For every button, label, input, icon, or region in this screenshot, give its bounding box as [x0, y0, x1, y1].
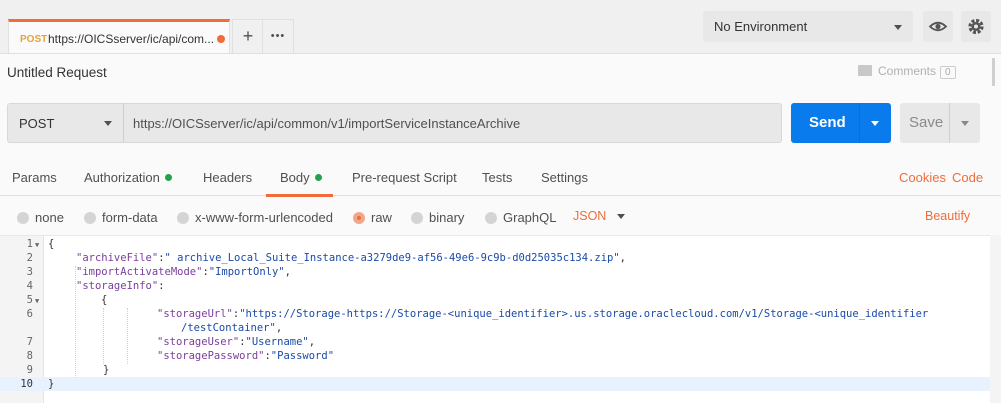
tab-settings[interactable]: Settings: [541, 170, 588, 185]
radio-icon: [411, 212, 423, 224]
line-number: 3: [26, 266, 33, 278]
code-line: "importActivateMode":"ImportOnly",: [76, 266, 291, 278]
line-number: 10: [20, 378, 33, 390]
body-mode-label: GraphQL: [503, 210, 557, 225]
environment-quick-look-button[interactable]: [923, 11, 953, 42]
code-line: {: [101, 294, 108, 306]
line-number: 6: [26, 308, 33, 320]
tab-authorization[interactable]: Authorization: [84, 170, 172, 185]
tab-bar: POST https://OICSserver/ic/api/com... + …: [0, 0, 1001, 54]
line-number: 8: [26, 350, 33, 362]
tab-url: https://OICSserver/ic/api/com...: [48, 32, 215, 46]
format-label: JSON: [573, 209, 607, 223]
chevron-down-icon: [617, 214, 625, 219]
gear-icon: [968, 18, 984, 35]
chevron-down-icon[interactable]: [961, 121, 969, 126]
code-line: }: [48, 378, 55, 390]
format-select[interactable]: JSON: [573, 209, 625, 223]
tab-authorization-label: Authorization: [84, 170, 160, 185]
radio-icon: [177, 212, 189, 224]
radio-icon: [485, 212, 497, 224]
environment-select[interactable]: No Environment: [703, 11, 913, 42]
code-line: }: [103, 364, 110, 376]
active-line-highlight: [0, 377, 990, 391]
unsaved-dot-icon: [217, 35, 225, 43]
comments-label: Comments: [878, 64, 937, 78]
beautify-link[interactable]: Beautify: [925, 209, 970, 223]
comments-button[interactable]: Comments 0: [858, 64, 956, 79]
save-label: Save: [909, 114, 944, 131]
code-line: "storageUrl":"https://Storage-https://St…: [157, 308, 929, 320]
code-link[interactable]: Code: [952, 170, 983, 185]
tab-pre-request-script[interactable]: Pre-request Script: [352, 170, 457, 185]
line-number: 1: [26, 238, 33, 250]
scrollbar[interactable]: [990, 235, 1001, 403]
body-mode-raw[interactable]: raw: [353, 210, 392, 225]
radio-selected-icon: [353, 212, 365, 224]
tab-method: POST: [20, 34, 48, 45]
fold-arrow-icon[interactable]: ▼: [35, 241, 39, 249]
send-button[interactable]: Send: [791, 103, 891, 143]
tab-params[interactable]: Params: [12, 170, 57, 185]
manage-environments-button[interactable]: [961, 11, 991, 42]
comments-count: 0: [940, 66, 956, 79]
divider: [949, 103, 950, 143]
body-mode-label: form-data: [102, 210, 158, 225]
code-line: /testContainer",: [181, 322, 283, 334]
radio-icon: [84, 212, 96, 224]
line-number: 5: [26, 294, 33, 306]
tab-body[interactable]: Body: [280, 170, 322, 185]
method-select[interactable]: POST: [7, 103, 124, 143]
environment-label: No Environment: [714, 19, 808, 34]
code-editor[interactable]: 1 2 3 4 5 6 7 8 9 ▼ ▼ 10 { "archiveFile"…: [0, 235, 990, 403]
indent-guide: [127, 308, 128, 364]
line-number: 4: [26, 280, 33, 292]
body-mode-graphql[interactable]: GraphQL: [485, 210, 556, 225]
indent-guide: [103, 308, 104, 364]
code-line: {: [48, 238, 55, 250]
body-mode-binary[interactable]: binary: [411, 210, 464, 225]
tab-options-button[interactable]: •••: [262, 19, 294, 53]
body-mode-none[interactable]: none: [17, 210, 64, 225]
body-mode-label: x-www-form-urlencoded: [195, 210, 333, 225]
line-number: 2: [26, 252, 33, 264]
code-line: "archiveFile":" archive_Local_Suite_Inst…: [76, 252, 626, 264]
code-line: "storageInfo":: [76, 280, 165, 292]
url-value: https://OICSserver/ic/api/common/v1/impo…: [133, 116, 521, 131]
chevron-down-icon: [104, 121, 112, 126]
body-mode-label: raw: [371, 210, 392, 225]
cookies-link[interactable]: Cookies: [899, 170, 946, 185]
body-mode-form-data[interactable]: form-data: [84, 210, 158, 225]
code-line: "storagePassword":"Password": [157, 350, 335, 362]
send-label: Send: [809, 114, 846, 131]
code-line: "storageUser":"Username",: [157, 336, 316, 348]
tab-headers[interactable]: Headers: [203, 170, 252, 185]
active-tab-indicator: [266, 194, 333, 197]
tab-tests[interactable]: Tests: [482, 170, 512, 185]
line-number: 9: [26, 364, 33, 376]
request-tab[interactable]: POST https://OICSserver/ic/api/com...: [8, 19, 230, 53]
method-label: POST: [19, 116, 55, 131]
line-number: 7: [26, 336, 33, 348]
divider: [859, 103, 860, 143]
request-subtabs: Params Authorization Headers Body Pre-re…: [0, 158, 1001, 196]
save-button[interactable]: Save: [900, 103, 980, 143]
tab-body-label: Body: [280, 170, 310, 185]
request-title[interactable]: Untitled Request: [7, 65, 107, 80]
fold-arrow-icon[interactable]: ▼: [35, 297, 39, 305]
eye-icon: [928, 21, 948, 32]
scrollbar[interactable]: [992, 58, 995, 86]
chevron-down-icon: [894, 25, 902, 30]
chevron-down-icon[interactable]: [871, 121, 879, 126]
url-input[interactable]: https://OICSserver/ic/api/common/v1/impo…: [123, 103, 782, 143]
body-mode-urlencoded[interactable]: x-www-form-urlencoded: [177, 210, 333, 225]
status-dot-icon: [314, 174, 322, 181]
status-dot-icon: [164, 174, 172, 181]
new-tab-button[interactable]: +: [232, 19, 264, 53]
body-mode-label: none: [35, 210, 64, 225]
radio-icon: [17, 212, 29, 224]
body-mode-label: binary: [429, 210, 465, 225]
comment-icon: [858, 65, 872, 76]
